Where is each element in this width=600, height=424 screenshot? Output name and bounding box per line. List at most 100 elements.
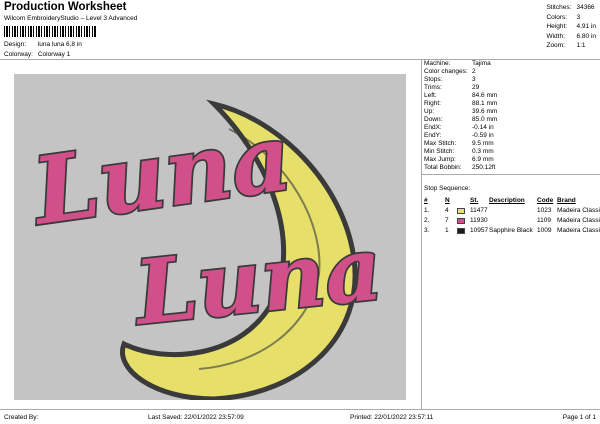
info-label: EndX: <box>424 124 442 131</box>
stat-value: 4.91 in <box>576 23 596 30</box>
info-label: Machine: <box>424 60 451 67</box>
stat-label: Height: <box>546 23 568 30</box>
info-label: Total Bobbin: <box>424 164 462 171</box>
last-saved: Last Saved: 22/01/2022 23:57:09 <box>148 414 244 421</box>
info-row: Left: 84.6 mm <box>424 92 497 100</box>
stat-label: Zoom: <box>546 42 565 49</box>
info-label: Right: <box>424 100 441 107</box>
info-value: 9.5 mm <box>472 140 494 147</box>
info-value: Tajima <box>472 60 491 67</box>
row-code: 1023 <box>537 207 552 214</box>
stat-row: Colors: 3 <box>546 13 596 23</box>
design-label: Design: <box>4 41 27 48</box>
embroidery-design: Luna Luna <box>22 99 388 402</box>
table-header: # N St. Description Code Brand <box>424 196 600 206</box>
info-value: 88.1 mm <box>472 100 498 107</box>
info-value: 6.9 mm <box>472 156 494 163</box>
page-number: Page 1 of 1 <box>562 414 596 421</box>
info-row: EndX: -0.14 in <box>424 124 497 132</box>
info-value: 85.0 mm <box>472 116 498 123</box>
col-brand: Brand <box>557 197 576 204</box>
stat-label: Colors: <box>546 13 568 21</box>
row-st: 10957 <box>470 227 489 234</box>
colorway-value: Colorway 1 <box>37 51 71 58</box>
col-num: # <box>424 197 428 204</box>
colorway-label: Colorway: <box>4 51 33 58</box>
info-row: Right: 88.1 mm <box>424 100 497 108</box>
color-swatch <box>457 218 465 224</box>
stat-value: 6.80 in <box>576 32 596 40</box>
info-row: EndY: -0.59 in <box>424 132 497 140</box>
row-num: 3. <box>424 227 430 234</box>
info-label: Min Stitch: <box>424 148 455 155</box>
table-row: 3. 1 10957 Sapphire Black 1009 Madeira C… <box>424 226 600 236</box>
col-code: Code <box>537 197 554 204</box>
info-value: 84.6 mm <box>472 92 498 99</box>
stat-row: Stitches: 34366 <box>546 3 596 13</box>
info-row: Machine: Tajima <box>424 60 497 68</box>
printed-date: Printed: 22/01/2022 23:57:11 <box>350 414 434 421</box>
design-value: luna luna 6,8 in <box>37 41 82 48</box>
stat-row: Zoom: 1:1 <box>546 41 596 51</box>
design-text-line2: Luna <box>127 216 386 346</box>
header-divider <box>0 59 600 60</box>
barcode <box>4 26 96 37</box>
info-row: Down: 85.0 mm <box>424 116 497 124</box>
row-num: 2. <box>424 217 430 224</box>
info-row: Min Stitch: 0.3 mm <box>424 148 497 156</box>
info-value: 0.3 mm <box>472 148 494 155</box>
col-description: Description <box>489 197 525 204</box>
stop-sequence-title: Stop Sequence: <box>424 185 471 192</box>
info-value: -0.14 in <box>472 124 494 131</box>
stop-sequence-table: # N St. Description Code Brand 1. 4 1147… <box>424 196 600 236</box>
info-row: Max Jump: 6.9 mm <box>424 156 497 164</box>
info-label: EndY: <box>424 132 442 139</box>
info-value: 39.6 mm <box>472 108 498 115</box>
info-label: Max Jump: <box>424 156 456 163</box>
row-n: 1 <box>445 227 449 234</box>
info-row: Stops: 3 <box>424 76 497 84</box>
stat-value: 3 <box>576 13 581 21</box>
row-st: 11930 <box>470 217 488 224</box>
info-divider <box>422 174 600 175</box>
machine-info-panel: Machine: Tajima Color changes: 2 Stops: 3 T… <box>424 60 497 172</box>
info-value: 29 <box>472 84 480 91</box>
info-row: Max Stitch: 9.5 mm <box>424 140 497 148</box>
info-row: Trims: 29 <box>424 84 497 92</box>
info-label: Trims: <box>424 84 442 91</box>
row-code: 1009 <box>537 227 552 234</box>
info-row: Up: 39.6 mm <box>424 108 497 116</box>
row-desc: Sapphire Black <box>489 227 533 234</box>
col-st: St. <box>470 197 479 204</box>
row-num: 1. <box>424 207 430 214</box>
info-row: Color changes: 2 <box>424 68 497 76</box>
row-n: 7 <box>445 217 449 224</box>
stat-value: 1:1 <box>576 42 586 49</box>
color-swatch <box>457 228 465 234</box>
design-row: Design: luna luna 6,8 in <box>4 41 82 48</box>
footer-divider <box>0 409 600 410</box>
stat-label: Stitches: <box>546 4 572 11</box>
panel-divider <box>421 60 422 409</box>
design-text-line1: Luna <box>24 103 298 246</box>
row-st: 11477 <box>470 207 488 214</box>
info-value: 3 <box>472 76 476 83</box>
info-label: Up: <box>424 108 435 115</box>
row-code: 1109 <box>537 217 551 224</box>
info-label: Color changes: <box>424 68 468 75</box>
table-row: 2. 7 11930 1109 Madeira Classic 40 <box>424 216 600 226</box>
info-value: 250.12ft <box>472 164 496 171</box>
color-swatch <box>457 208 465 214</box>
created-by: Created By: <box>4 414 39 421</box>
row-brand: Madeira Classic 40 <box>557 227 600 234</box>
stat-value: 34366 <box>576 4 595 11</box>
design-preview: Luna Luna <box>14 74 406 402</box>
info-label: Max Stitch: <box>424 140 457 147</box>
row-brand: Madeira Classic 40 <box>557 217 600 224</box>
stat-row: Height: 4.91 in <box>546 22 596 32</box>
info-label: Left: <box>424 92 437 99</box>
info-label: Down: <box>424 116 443 123</box>
info-label: Stops: <box>424 76 443 83</box>
info-value: -0.59 in <box>472 132 494 139</box>
page-title: Production Worksheet <box>4 1 127 13</box>
